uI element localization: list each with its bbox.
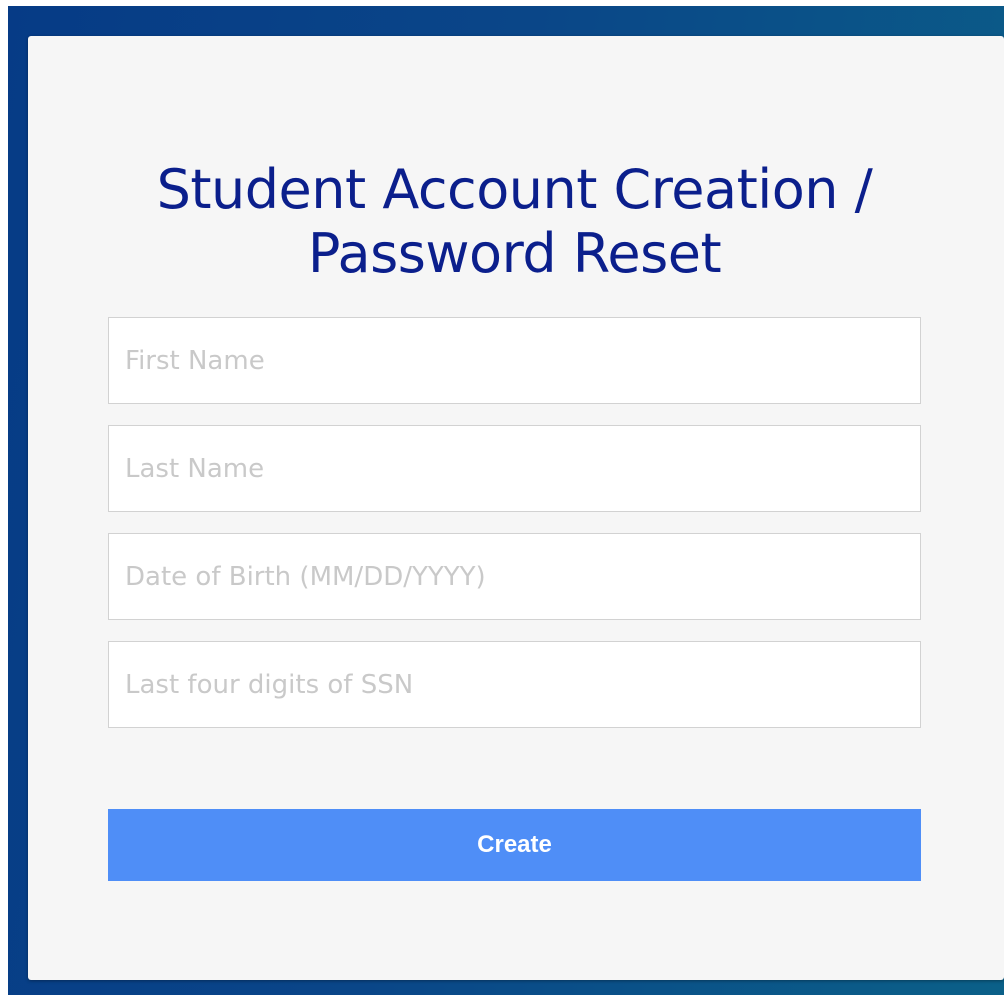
first-name-field[interactable] <box>108 317 921 404</box>
create-button[interactable]: Create <box>108 809 921 881</box>
date-of-birth-field[interactable] <box>108 533 921 620</box>
form-title: Student Account Creation / Password Rese… <box>156 158 873 285</box>
account-form-card: Student Account Creation / Password Rese… <box>28 36 1004 980</box>
last-name-field[interactable] <box>108 425 921 512</box>
ssn-last-four-field[interactable] <box>108 641 921 728</box>
